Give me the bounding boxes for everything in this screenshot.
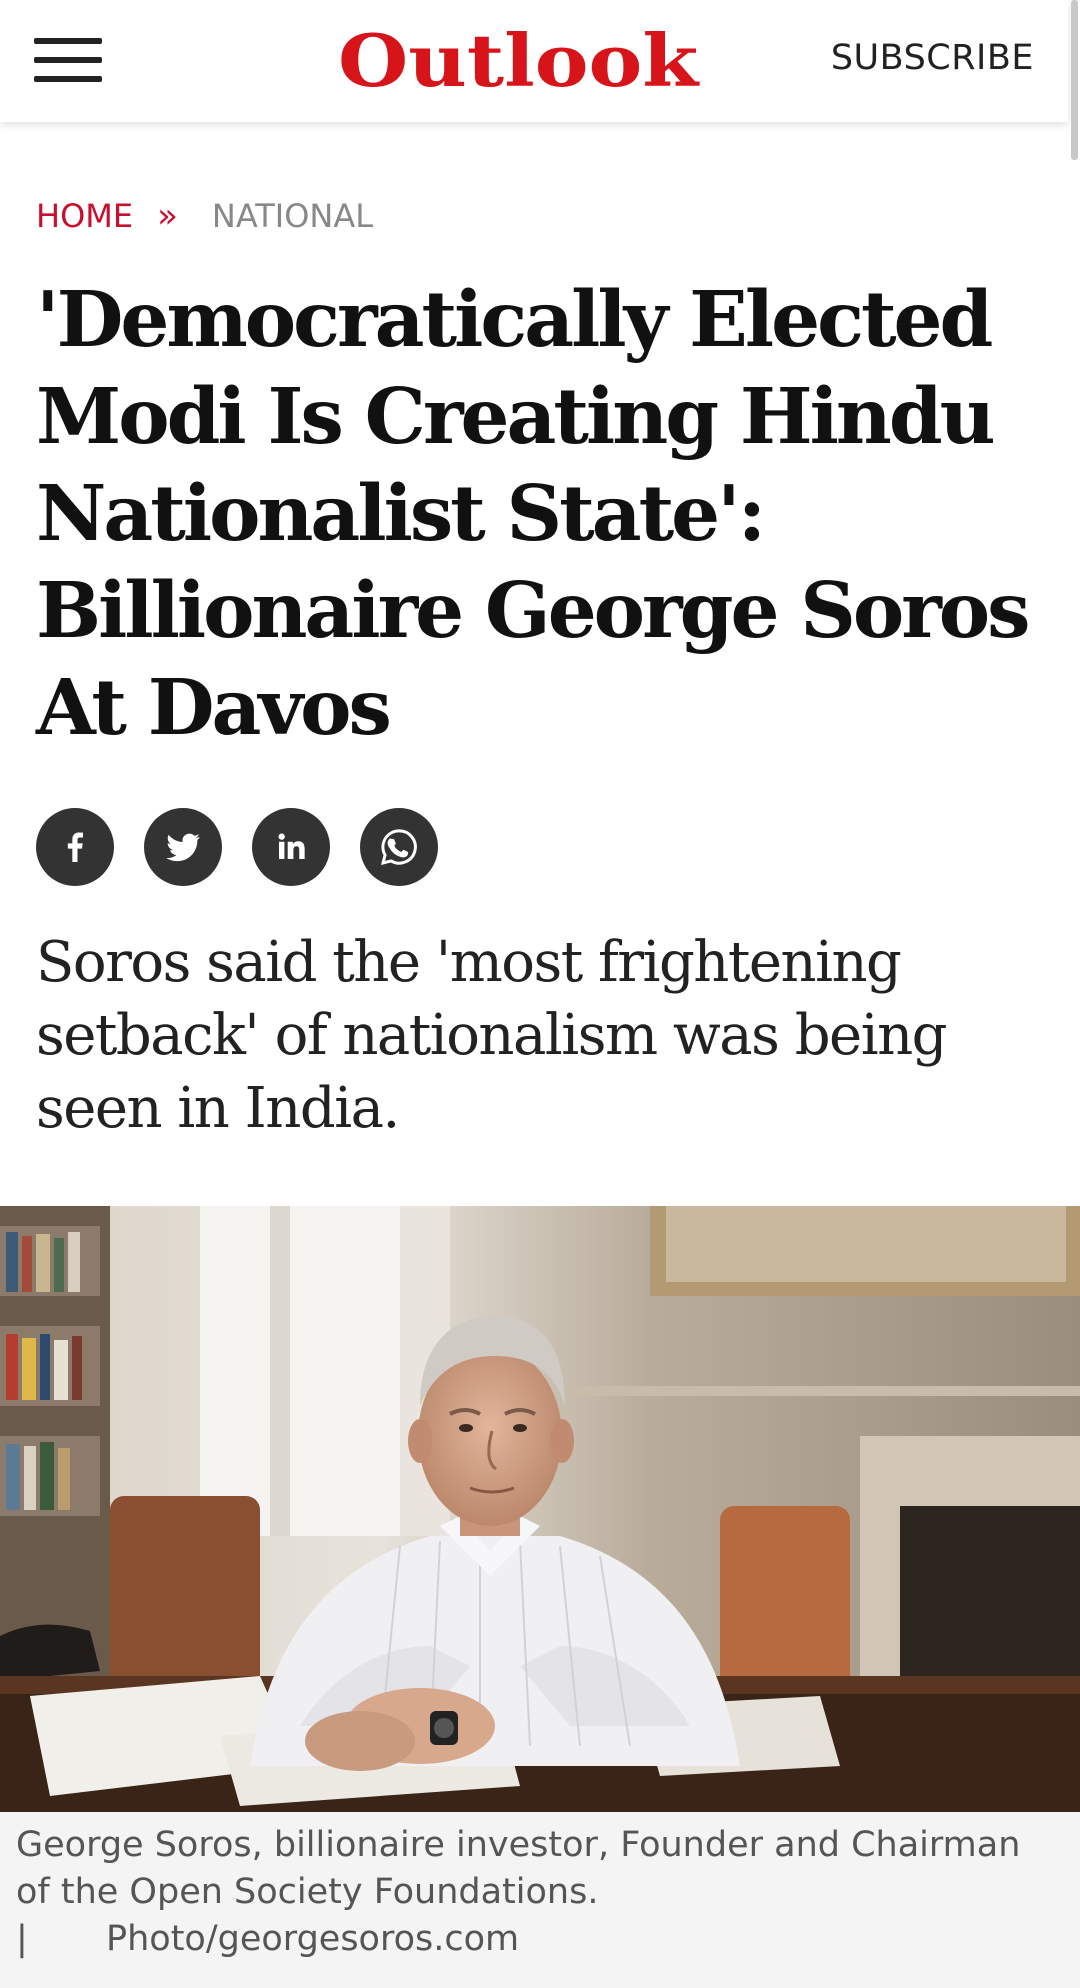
subscribe-button[interactable]: SUBSCRIBE — [831, 38, 1034, 78]
article-headline: 'Democratically Elected Modi Is Creating… — [36, 275, 1031, 753]
caption-separator: | — [16, 1919, 28, 1959]
article-photo — [0, 1206, 1080, 1812]
hamburger-menu-icon[interactable] — [34, 36, 102, 86]
photo-caption: George Soros, billionaire investor, Foun… — [0, 1812, 1080, 1988]
twitter-icon[interactable] — [144, 808, 222, 886]
breadcrumb: HOME » NATIONAL — [36, 196, 373, 236]
linkedin-icon[interactable] — [252, 808, 330, 886]
caption-credit-row: | Photo/georgesoros.com — [16, 1916, 1064, 1963]
outlook-logo[interactable]: Outlook — [338, 16, 698, 106]
facebook-icon[interactable] — [36, 808, 114, 886]
breadcrumb-national-link[interactable]: NATIONAL — [212, 197, 373, 235]
share-buttons — [36, 808, 438, 886]
site-header: Outlook SUBSCRIBE — [0, 0, 1068, 122]
page-scrollbar[interactable] — [1071, 0, 1078, 160]
photo-credit: Photo/georgesoros.com — [106, 1919, 520, 1959]
caption-text: George Soros, billionaire investor, Foun… — [16, 1825, 1021, 1912]
whatsapp-icon[interactable] — [360, 808, 438, 886]
article-subheadline: Soros said the 'most frightening setback… — [36, 930, 948, 1141]
breadcrumb-home-link[interactable]: HOME — [36, 197, 133, 235]
breadcrumb-separator: » — [157, 196, 178, 236]
